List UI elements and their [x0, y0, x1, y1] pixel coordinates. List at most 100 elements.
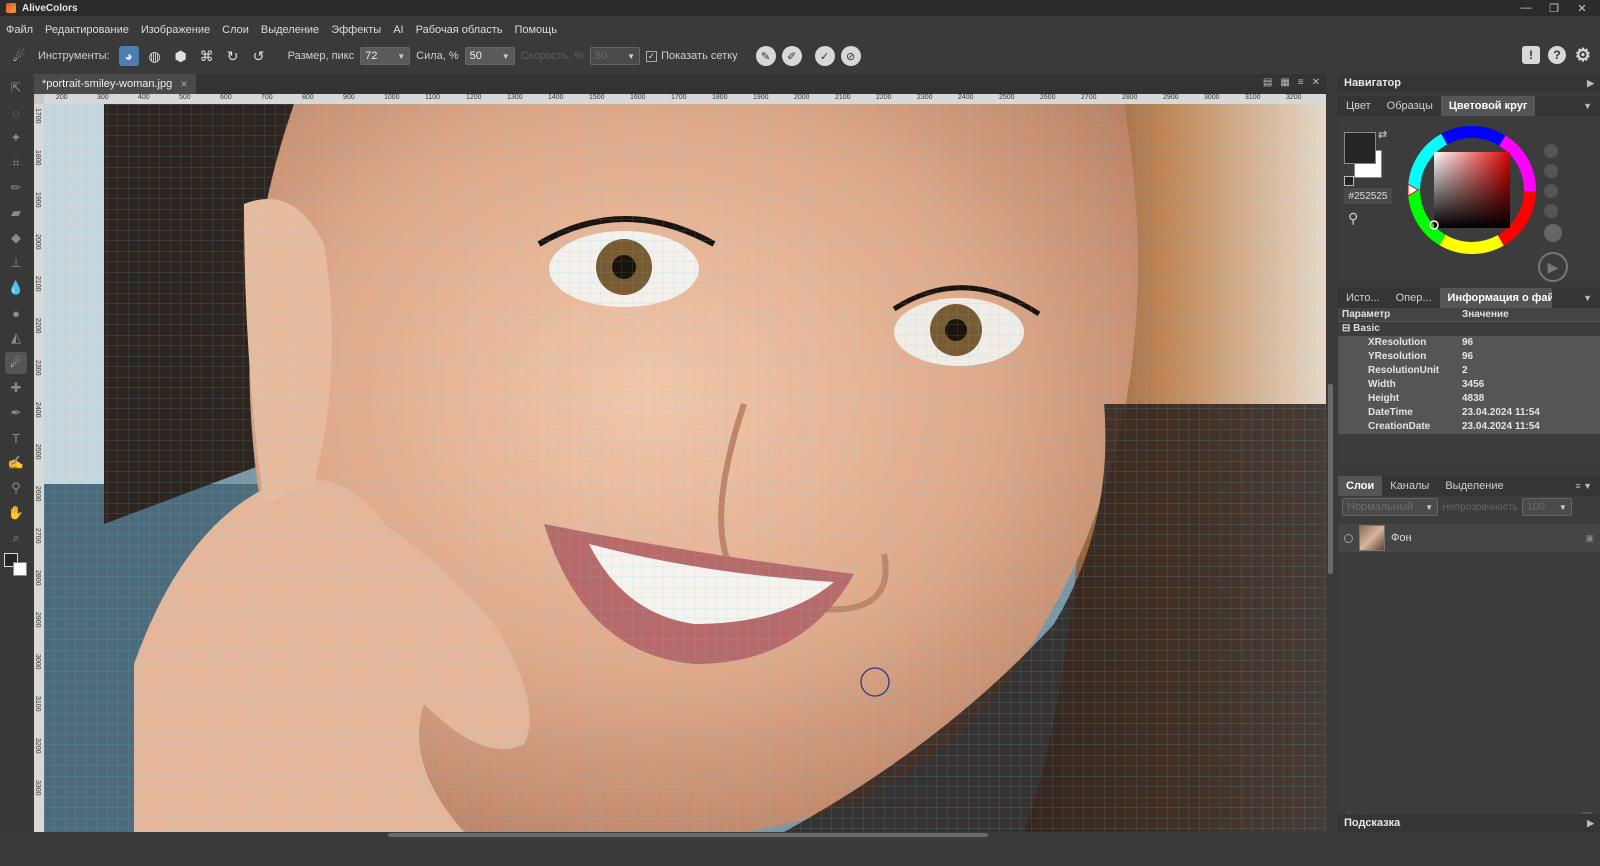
strength-input[interactable]: 50 ▼	[464, 47, 515, 65]
dodge-tool-icon[interactable]: ●	[5, 302, 27, 324]
vertical-scroll-thumb[interactable]	[1328, 384, 1333, 574]
brush-presets-icon[interactable]: ✐	[781, 46, 802, 66]
table-row[interactable]: ResolutionUnit 2	[1338, 363, 1600, 378]
size-input[interactable]: 72 ▼	[360, 47, 411, 65]
chevron-right-icon[interactable]: ▶	[1587, 818, 1594, 829]
doc-menu-icon[interactable]: ≡	[1298, 77, 1304, 88]
tab-operations[interactable]: Опер...	[1388, 288, 1440, 308]
push-mode-button[interactable]: ⌘	[197, 46, 217, 66]
close-doc-icon[interactable]: ✕	[1312, 77, 1320, 88]
move-tool-icon[interactable]: ⇱	[5, 77, 27, 99]
hint-header[interactable]: Подсказка ▶	[1338, 814, 1600, 832]
brush-settings-icon[interactable]: ✎	[755, 46, 776, 66]
menu-layers[interactable]: Слои	[222, 24, 249, 36]
tab-layers[interactable]: Слои	[1338, 476, 1383, 496]
color-model-icon[interactable]	[1544, 164, 1558, 178]
tab-selection[interactable]: Выделение	[1437, 476, 1511, 496]
close-button[interactable]: ✕	[1568, 0, 1596, 16]
twirl-ccw-button[interactable]: ↺	[249, 46, 269, 66]
tile-view-icon[interactable]: ▦	[1280, 77, 1289, 88]
lasso-tool-icon[interactable]: ◌	[5, 102, 27, 124]
layer-item[interactable]: Фон ▣	[1338, 524, 1600, 552]
menu-help[interactable]: Помощь	[514, 24, 557, 36]
tool-color-swatches[interactable]	[4, 553, 28, 577]
info-group-row[interactable]: ⊟ Basic	[1338, 322, 1600, 336]
help-icon[interactable]: ?	[1548, 46, 1566, 64]
single-view-icon[interactable]: ▤	[1263, 77, 1272, 88]
table-row[interactable]: Height 4838	[1338, 391, 1600, 406]
lock-icon[interactable]: ▣	[1585, 533, 1594, 544]
color-harmony-icon[interactable]	[1544, 224, 1562, 242]
color-model-icon[interactable]	[1544, 144, 1558, 158]
tab-swatches[interactable]: Образцы	[1379, 96, 1441, 116]
horizontal-scrollbar[interactable]	[44, 832, 1326, 838]
pen-tool-icon[interactable]: ✒	[5, 402, 27, 424]
fill-tool-icon[interactable]: ◆	[5, 227, 27, 249]
blur-tool-icon[interactable]: 💧	[5, 277, 27, 299]
minimize-button[interactable]: —	[1512, 0, 1540, 16]
pinch-mode-button[interactable]: ◍	[145, 46, 165, 66]
hand-tool-icon[interactable]: ✋	[5, 502, 27, 524]
eyedropper-icon[interactable]: ⚲	[1348, 210, 1358, 227]
menu-select[interactable]: Выделение	[261, 24, 319, 36]
tab-channels[interactable]: Каналы	[1382, 476, 1437, 496]
foreground-color-swatch[interactable]	[1344, 132, 1376, 164]
chevron-right-icon[interactable]: ▶	[1587, 78, 1594, 89]
menu-effects[interactable]: Эффекты	[331, 24, 381, 36]
table-row[interactable]: Width 3456	[1338, 377, 1600, 392]
default-colors-icon[interactable]	[1344, 176, 1354, 186]
play-icon[interactable]: ▶	[1538, 252, 1568, 282]
tool-background-swatch[interactable]	[13, 562, 27, 576]
swap-colors-icon[interactable]: ⇄	[1378, 128, 1387, 141]
image-canvas[interactable]	[44, 104, 1326, 832]
chevron-down-icon[interactable]: ▼	[1575, 288, 1600, 308]
chevron-down-icon[interactable]: ▼	[1575, 96, 1600, 116]
menu-workspace[interactable]: Рабочая область	[416, 24, 503, 36]
brush-tool-icon[interactable]: ✏	[5, 177, 27, 199]
hue-wheel[interactable]	[1404, 122, 1540, 258]
tab-color[interactable]: Цвет	[1338, 96, 1379, 116]
color-model-icon[interactable]	[1544, 184, 1558, 198]
menu-file[interactable]: Файл	[6, 24, 33, 36]
document-tab[interactable]: *portrait-smiley-woman.jpg ✕	[34, 74, 196, 94]
maximize-button[interactable]: ❐	[1540, 0, 1568, 16]
bloat-mode-button[interactable]: ⬢	[171, 46, 191, 66]
close-tab-icon[interactable]: ✕	[180, 79, 188, 90]
color-model-icon[interactable]	[1544, 204, 1558, 218]
feedback-icon[interactable]: !	[1522, 46, 1540, 64]
warp-mode-button[interactable]: ◕	[118, 46, 139, 66]
magic-wand-tool-icon[interactable]: ✦	[5, 127, 27, 149]
show-grid-checkbox[interactable]: ✓	[646, 50, 658, 62]
tab-history[interactable]: Исто...	[1338, 288, 1388, 308]
visibility-icon[interactable]	[1344, 533, 1353, 543]
zoom-tool-icon[interactable]: ⌕	[5, 527, 27, 549]
stamp-tool-icon[interactable]: ⊥	[5, 252, 27, 274]
vertical-scrollbar[interactable]	[1326, 104, 1336, 832]
hex-value[interactable]: #252525	[1344, 188, 1392, 204]
eraser-tool-icon[interactable]: ▰	[5, 202, 27, 224]
shape-tool-icon[interactable]: ✍	[5, 452, 27, 474]
table-row[interactable]: XResolution 96	[1338, 335, 1600, 350]
text-tool-icon[interactable]: T	[5, 427, 27, 449]
menu-edit[interactable]: Редактирование	[45, 24, 129, 36]
table-row[interactable]: YResolution 96	[1338, 349, 1600, 364]
healing-tool-icon[interactable]: ✚	[5, 377, 27, 399]
table-row[interactable]: DateTime 23.04.2024 11:54	[1338, 405, 1600, 420]
horizontal-scroll-thumb[interactable]	[388, 833, 988, 837]
liquify-tool-icon[interactable]: ☄	[5, 352, 27, 374]
eyedropper-tool-icon[interactable]: ⚲	[5, 477, 27, 499]
tab-color-wheel[interactable]: Цветовой круг	[1440, 96, 1536, 116]
twirl-cw-button[interactable]: ↻	[223, 46, 243, 66]
navigator-header[interactable]: Навигатор ▶	[1338, 74, 1600, 92]
layers-menu-icon[interactable]: ≡ ▼	[1567, 476, 1600, 496]
sharpen-tool-icon[interactable]: ◭	[5, 327, 27, 349]
crop-tool-icon[interactable]: ⌗	[5, 152, 27, 174]
tab-file-info[interactable]: Информация о файл	[1439, 288, 1552, 308]
apply-icon[interactable]: ✓	[814, 46, 835, 66]
settings-gear-icon[interactable]: ⚙	[1574, 45, 1592, 65]
menu-ai[interactable]: AI	[393, 24, 403, 36]
cancel-icon[interactable]: ⊘	[840, 46, 861, 66]
table-row[interactable]: CreationDate 23.04.2024 11:54	[1338, 419, 1600, 434]
menu-image[interactable]: Изображение	[141, 24, 210, 36]
collapse-icon[interactable]: ⊟	[1342, 323, 1353, 334]
